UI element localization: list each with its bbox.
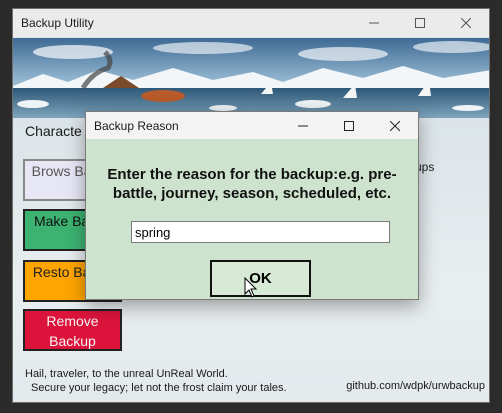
close-icon [461, 18, 471, 28]
dialog-prompt: Enter the reason for the backup:e.g. pre… [107, 166, 397, 202]
footer-line-2: Secure your legacy; let not the frost cl… [31, 382, 287, 394]
window-title: Backup Utility [21, 16, 94, 30]
arctic-banner-image [13, 38, 489, 118]
minimize-icon [298, 125, 308, 126]
footer-message: Hail, traveler, to the unreal UnReal Wor… [25, 367, 287, 395]
dialog-maximize-button[interactable] [326, 112, 372, 139]
maximize-icon [415, 18, 425, 28]
character-label: Characte [25, 123, 82, 139]
dialog-titlebar: Backup Reason [86, 112, 418, 139]
close-icon [390, 120, 400, 131]
window-controls [351, 9, 489, 37]
dialog-controls [280, 112, 418, 140]
minimize-icon [369, 22, 379, 24]
main-titlebar: Backup Utility [13, 9, 489, 37]
footer-line-1: Hail, traveler, to the unreal UnReal Wor… [25, 368, 228, 380]
maximize-icon [344, 120, 354, 131]
dialog-close-button[interactable] [372, 112, 418, 139]
dialog-title: Backup Reason [94, 118, 179, 133]
backup-reason-dialog: Backup Reason Enter the reason for the b… [85, 111, 419, 300]
dialog-minimize-button[interactable] [280, 112, 326, 139]
ok-button[interactable]: OK [210, 260, 311, 297]
mouse-cursor-icon [244, 277, 258, 298]
minimize-button[interactable] [351, 9, 397, 37]
remove-backup-button[interactable]: Remove Backup [23, 309, 122, 351]
github-link[interactable]: github.com/wdpk/urwbackup [346, 380, 485, 392]
reason-input[interactable] [131, 221, 390, 243]
maximize-button[interactable] [397, 9, 443, 37]
close-button[interactable] [443, 9, 489, 37]
